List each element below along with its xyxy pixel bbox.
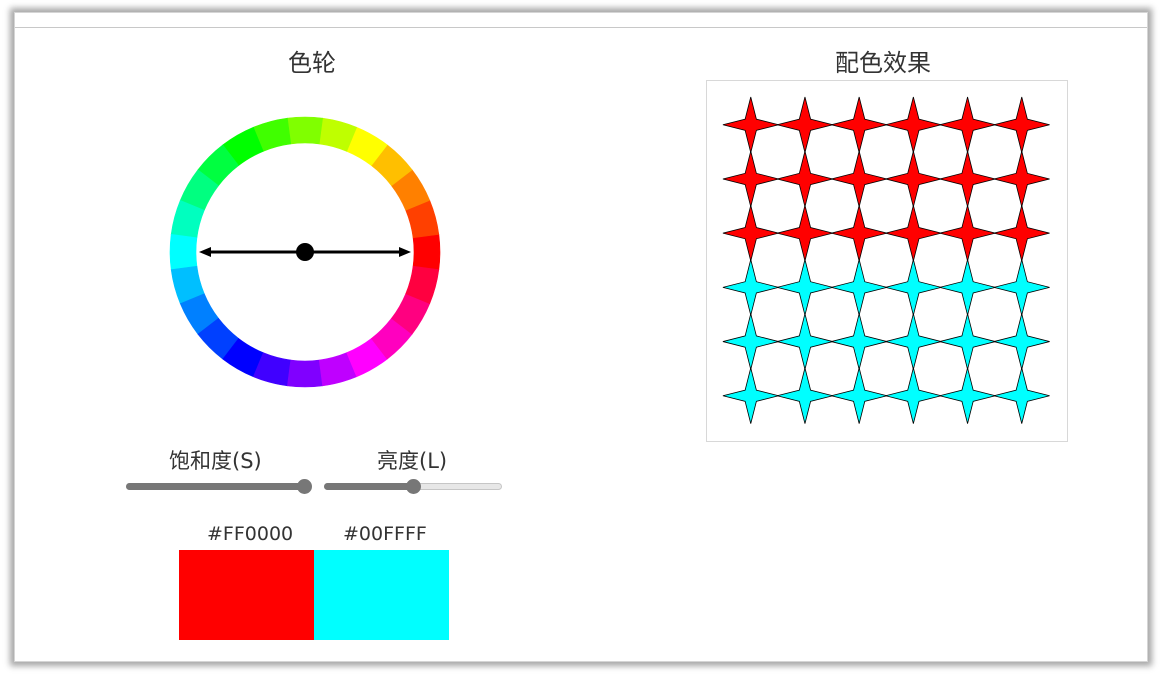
wheel-segment[interactable] bbox=[412, 234, 441, 270]
lightness-label: 亮度(L) bbox=[377, 449, 448, 473]
complement-color-swatch bbox=[314, 550, 449, 640]
primary-star bbox=[993, 151, 1050, 207]
pointer-arrowhead-left bbox=[199, 247, 211, 257]
primary-color-swatch bbox=[179, 550, 314, 640]
complement-star bbox=[722, 367, 779, 424]
primary-star bbox=[722, 96, 779, 153]
wheel-segment[interactable] bbox=[287, 359, 323, 388]
lightness-slider-fill bbox=[324, 483, 413, 490]
top-divider bbox=[15, 27, 1147, 28]
saturation-slider-thumb[interactable] bbox=[297, 479, 312, 494]
app-frame: 色轮 饱和度(S) 亮度(L) #FF0000 #00FFFF 配色效果 bbox=[14, 12, 1148, 662]
complement-star bbox=[939, 367, 996, 424]
saturation-slider[interactable] bbox=[126, 477, 312, 497]
primary-star bbox=[885, 96, 942, 153]
primary-star bbox=[939, 151, 996, 207]
primary-star bbox=[939, 96, 996, 153]
color-effect-title: 配色效果 bbox=[835, 49, 931, 77]
complement-star bbox=[831, 367, 888, 424]
primary-star bbox=[939, 205, 996, 262]
pointer-center-handle[interactable] bbox=[296, 243, 314, 261]
lightness-slider-thumb[interactable] bbox=[406, 479, 421, 494]
complement-star bbox=[993, 367, 1050, 424]
primary-star bbox=[777, 205, 833, 262]
saturation-label: 饱和度(S) bbox=[169, 449, 262, 473]
primary-star bbox=[722, 205, 779, 262]
complement-star bbox=[831, 259, 888, 316]
wheel-segment[interactable] bbox=[169, 234, 198, 270]
primary-star bbox=[885, 205, 942, 262]
complement-star bbox=[885, 313, 942, 370]
primary-star bbox=[831, 151, 888, 207]
complement-star bbox=[831, 313, 888, 370]
color-wheel[interactable] bbox=[165, 113, 445, 393]
primary-star bbox=[993, 205, 1050, 262]
primary-star bbox=[885, 151, 942, 207]
complement-star bbox=[722, 313, 779, 370]
complement-star bbox=[939, 313, 996, 370]
primary-star bbox=[777, 151, 833, 207]
complement-star bbox=[939, 259, 996, 316]
complement-star bbox=[885, 367, 942, 424]
color-effect-preview bbox=[706, 80, 1068, 442]
complement-star bbox=[777, 313, 833, 370]
primary-star bbox=[777, 96, 833, 153]
primary-star bbox=[993, 96, 1050, 153]
saturation-slider-fill bbox=[126, 483, 304, 490]
complement-star bbox=[722, 259, 779, 316]
complement-color-hex: #00FFFF bbox=[343, 523, 427, 545]
complement-star bbox=[777, 259, 833, 316]
complement-star bbox=[993, 259, 1050, 316]
wheel-segment[interactable] bbox=[287, 116, 323, 145]
complement-star bbox=[885, 259, 942, 316]
complement-star bbox=[777, 367, 833, 424]
primary-star bbox=[831, 96, 888, 153]
pointer-arrowhead-right bbox=[399, 247, 411, 257]
lightness-slider[interactable] bbox=[324, 477, 502, 497]
primary-star bbox=[722, 151, 779, 207]
color-wheel-pointer[interactable] bbox=[199, 243, 411, 261]
complement-star bbox=[993, 313, 1050, 370]
color-wheel-title: 色轮 bbox=[288, 49, 336, 77]
primary-color-hex: #FF0000 bbox=[207, 523, 294, 545]
primary-star bbox=[831, 205, 888, 262]
